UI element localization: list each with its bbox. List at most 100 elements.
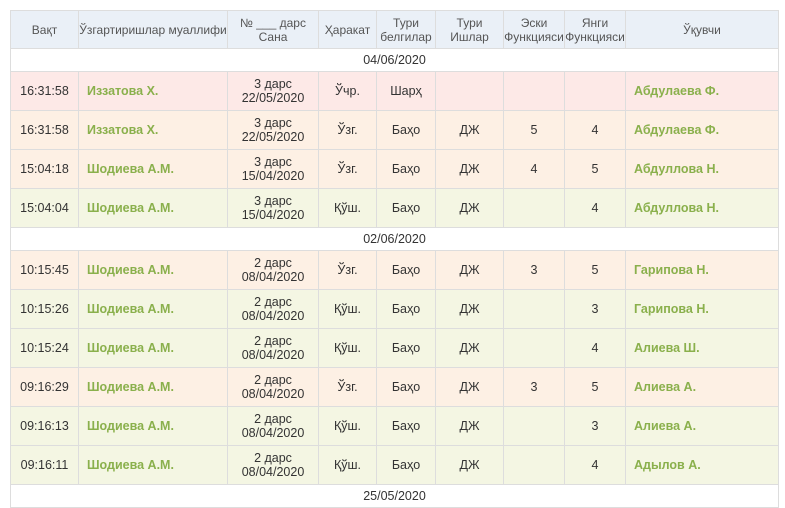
work-type-cell: ДЖ bbox=[435, 328, 504, 368]
action-cell: Ўчр. bbox=[318, 71, 377, 111]
mark-type-column-header-line: белгилар bbox=[380, 29, 432, 44]
author-link[interactable]: Шодиева А.М. bbox=[78, 367, 228, 407]
old-value-cell bbox=[503, 71, 565, 111]
new-value-column-header-line: Янги bbox=[581, 15, 609, 30]
lesson-date-column-header-line: Сана bbox=[258, 29, 288, 44]
student-link[interactable]: Гарипова Н. bbox=[625, 250, 779, 290]
lesson-date-cell: 3 дарс 22/05/2020 bbox=[227, 71, 319, 111]
old-value-cell bbox=[503, 445, 565, 485]
time-cell: 10:15:26 bbox=[10, 289, 79, 329]
time-cell: 15:04:18 bbox=[10, 149, 79, 189]
new-value-cell: 3 bbox=[564, 406, 626, 446]
action-cell: Қўш. bbox=[318, 445, 377, 485]
new-value-cell: 4 bbox=[564, 328, 626, 368]
date-group-label: 25/05/2020 bbox=[10, 484, 779, 508]
author-link[interactable]: Шодиева А.М. bbox=[78, 406, 228, 446]
old-value-cell bbox=[503, 188, 565, 228]
old-value-cell bbox=[503, 289, 565, 329]
time-cell: 16:31:58 bbox=[10, 110, 79, 150]
lesson-number: 2 дарс bbox=[254, 334, 292, 348]
student-column-header: Ўқувчи bbox=[625, 10, 779, 49]
lesson-date: 15/04/2020 bbox=[241, 169, 305, 183]
new-value-column-header-line: Функцияси bbox=[565, 29, 625, 44]
old-value-column-header-line: Функцияси bbox=[504, 29, 564, 44]
student-link[interactable]: Абдуллова Н. bbox=[625, 149, 779, 189]
action-column-header: Ҳаракат bbox=[318, 10, 377, 49]
lesson-date-column-header-line: № ___ дарс bbox=[240, 15, 306, 30]
work-type-cell: ДЖ bbox=[435, 149, 504, 189]
table-row: 15:04:18 Шодиева А.М. 3 дарс 15/04/2020 Ўзг.… bbox=[10, 149, 779, 189]
student-link[interactable]: Алиева А. bbox=[625, 406, 779, 446]
action-cell: Қўш. bbox=[318, 328, 377, 368]
work-type-cell: ДЖ bbox=[435, 445, 504, 485]
time-cell: 09:16:13 bbox=[10, 406, 79, 446]
work-type-column-header-line: Ишлар bbox=[450, 29, 489, 44]
student-link[interactable]: Гарипова Н. bbox=[625, 289, 779, 329]
time-cell: 15:04:04 bbox=[10, 188, 79, 228]
action-cell: Қўш. bbox=[318, 406, 377, 446]
date-group-row: 04/06/2020 bbox=[10, 48, 779, 72]
mark-type-cell: Шарҳ bbox=[376, 71, 436, 111]
action-cell: Қўш. bbox=[318, 289, 377, 329]
lesson-date-column-header: № ___ дарс Сана bbox=[227, 10, 319, 49]
lesson-date: 08/04/2020 bbox=[241, 426, 305, 440]
student-link[interactable]: Адылов А. bbox=[625, 445, 779, 485]
author-column-header: Ўзгартиришлар муаллифи bbox=[78, 10, 228, 49]
lesson-number: 3 дарс bbox=[254, 155, 292, 169]
lesson-number: 2 дарс bbox=[254, 373, 292, 387]
author-link[interactable]: Шодиева А.М. bbox=[78, 328, 228, 368]
student-link[interactable]: Алиева А. bbox=[625, 367, 779, 407]
student-link[interactable]: Абдуллова Н. bbox=[625, 188, 779, 228]
old-value-cell: 4 bbox=[503, 149, 565, 189]
author-link[interactable]: Шодиева А.М. bbox=[78, 250, 228, 290]
table-row: 16:31:58 Иззатова Х. 3 дарс 22/05/2020 Ўчр. Ш… bbox=[10, 71, 779, 111]
new-value-column-header: Янги Функцияси bbox=[564, 10, 626, 49]
author-column-header-line: Ўзгартиришлар муаллифи bbox=[79, 22, 227, 37]
author-link[interactable]: Шодиева А.М. bbox=[78, 289, 228, 329]
author-link[interactable]: Иззатова Х. bbox=[78, 71, 228, 111]
lesson-number: 2 дарс bbox=[254, 256, 292, 270]
lesson-date: 22/05/2020 bbox=[241, 130, 305, 144]
new-value-cell: 5 bbox=[564, 367, 626, 407]
new-value-cell: 5 bbox=[564, 250, 626, 290]
lesson-number: 2 дарс bbox=[254, 295, 292, 309]
old-value-cell bbox=[503, 406, 565, 446]
table-body: 04/06/2020 16:31:58 Иззатова Х. 3 дарс 22/05… bbox=[10, 48, 779, 508]
work-type-column-header: Тури Ишлар bbox=[435, 10, 504, 49]
table-row: 09:16:13 Шодиева А.М. 2 дарс 08/04/2020 Қўш.… bbox=[10, 406, 779, 446]
author-link[interactable]: Шодиева А.М. bbox=[78, 188, 228, 228]
mark-type-column-header-line: Тури bbox=[393, 15, 419, 30]
work-type-cell: ДЖ bbox=[435, 250, 504, 290]
old-value-cell: 5 bbox=[503, 110, 565, 150]
time-cell: 10:15:24 bbox=[10, 328, 79, 368]
time-cell: 09:16:11 bbox=[10, 445, 79, 485]
lesson-date-cell: 2 дарс 08/04/2020 bbox=[227, 250, 319, 290]
action-cell: Қўш. bbox=[318, 188, 377, 228]
author-link[interactable]: Иззатова Х. bbox=[78, 110, 228, 150]
lesson-date: 08/04/2020 bbox=[241, 270, 305, 284]
student-link[interactable]: Абдулаева Ф. bbox=[625, 71, 779, 111]
lesson-date-cell: 2 дарс 08/04/2020 bbox=[227, 406, 319, 446]
lesson-date-cell: 2 дарс 08/04/2020 bbox=[227, 289, 319, 329]
lesson-date: 08/04/2020 bbox=[241, 387, 305, 401]
action-column-header-line: Ҳаракат bbox=[324, 22, 371, 37]
student-column-header-line: Ўқувчи bbox=[683, 22, 721, 37]
mark-type-cell: Баҳо bbox=[376, 188, 436, 228]
time-cell: 09:16:29 bbox=[10, 367, 79, 407]
mark-type-cell: Баҳо bbox=[376, 250, 436, 290]
changes-table: Вақт Ўзгартиришлар муаллифи № ___ дарс Сана… bbox=[10, 10, 779, 508]
author-link[interactable]: Шодиева А.М. bbox=[78, 149, 228, 189]
date-group-label: 02/06/2020 bbox=[10, 227, 779, 251]
student-link[interactable]: Алиева Ш. bbox=[625, 328, 779, 368]
work-type-column-header-line: Тури bbox=[456, 15, 483, 30]
mark-type-cell: Баҳо bbox=[376, 367, 436, 407]
lesson-number: 2 дарс bbox=[254, 412, 292, 426]
new-value-cell: 5 bbox=[564, 149, 626, 189]
old-value-cell: 3 bbox=[503, 367, 565, 407]
author-link[interactable]: Шодиева А.М. bbox=[78, 445, 228, 485]
student-link[interactable]: Абдулаева Ф. bbox=[625, 110, 779, 150]
action-cell: Ўзг. bbox=[318, 110, 377, 150]
lesson-date: 08/04/2020 bbox=[241, 348, 305, 362]
mark-type-cell: Баҳо bbox=[376, 406, 436, 446]
work-type-cell: ДЖ bbox=[435, 110, 504, 150]
